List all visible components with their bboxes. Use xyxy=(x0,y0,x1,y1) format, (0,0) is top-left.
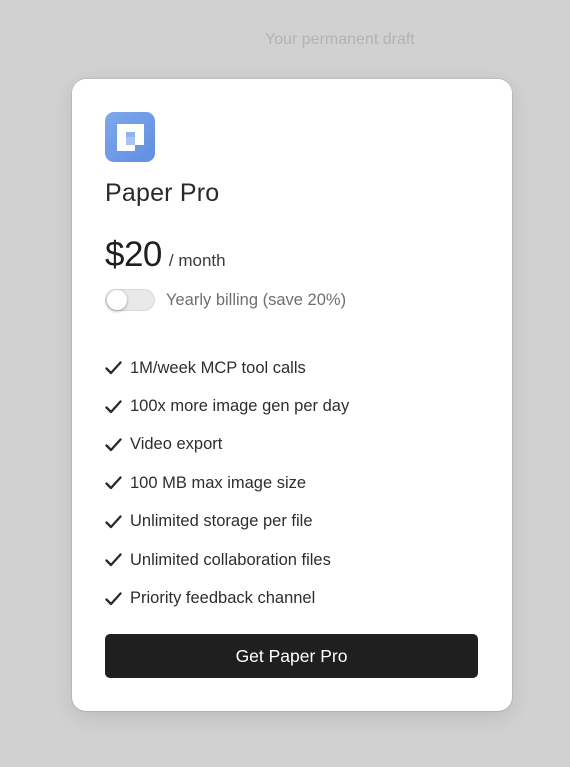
feature-label: 100x more image gen per day xyxy=(130,397,350,416)
paper-logo-icon xyxy=(105,112,155,162)
price-row: $20 / month xyxy=(105,235,226,275)
yearly-billing-row: Yearly billing (save 20%) xyxy=(105,289,346,311)
toggle-knob xyxy=(107,290,127,310)
price: $20 xyxy=(105,235,162,274)
yearly-billing-toggle[interactable] xyxy=(105,289,155,311)
check-icon xyxy=(105,361,122,375)
product-name: Paper Pro xyxy=(105,179,220,207)
feature-label: 1M/week MCP tool calls xyxy=(130,358,306,377)
check-icon xyxy=(105,476,122,490)
check-icon xyxy=(105,553,122,567)
pricing-card: Paper Pro $20 / month Yearly billing (sa… xyxy=(72,79,512,711)
feature-list: 1M/week MCP tool calls 100x more image g… xyxy=(105,349,349,618)
feature-item: Unlimited storage per file xyxy=(105,503,349,541)
check-icon xyxy=(105,591,122,605)
price-period: / month xyxy=(168,251,226,270)
feature-item: 100 MB max image size xyxy=(105,464,349,502)
tagline: Your permanent draft xyxy=(265,31,415,48)
get-paper-pro-button[interactable]: Get Paper Pro xyxy=(105,634,478,678)
feature-label: Priority feedback channel xyxy=(130,589,316,608)
feature-item: 100x more image gen per day xyxy=(105,387,349,425)
check-icon xyxy=(105,515,122,528)
feature-item: Priority feedback channel xyxy=(105,579,349,617)
feature-label: 100 MB max image size xyxy=(130,473,307,492)
yearly-billing-label: Yearly billing (save 20%) xyxy=(166,290,347,309)
check-icon xyxy=(105,399,122,413)
feature-item: Unlimited collaboration files xyxy=(105,541,349,579)
feature-label: Unlimited collaboration files xyxy=(130,550,331,569)
feature-label: Video export xyxy=(130,435,223,454)
feature-item: 1M/week MCP tool calls xyxy=(105,349,349,387)
feature-label: Unlimited storage per file xyxy=(130,512,313,531)
feature-item: Video export xyxy=(105,426,349,464)
check-icon xyxy=(105,438,122,452)
